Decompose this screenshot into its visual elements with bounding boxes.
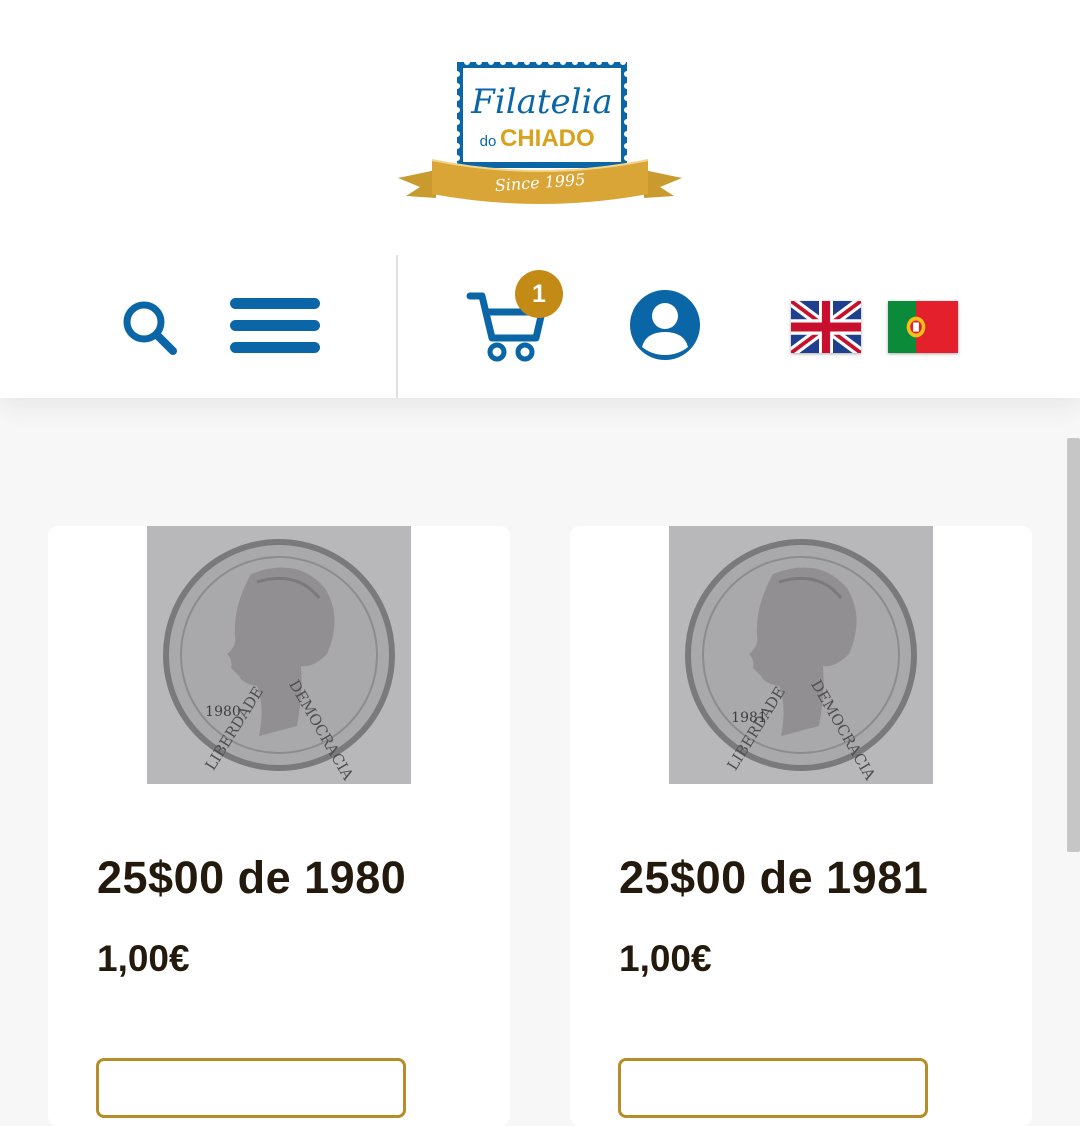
coin-image: LIBERDADE DEMOCRACIA 1981 (669, 526, 933, 784)
svg-text:do: do (480, 133, 497, 150)
page-scrollbar[interactable] (1067, 438, 1080, 852)
product-title[interactable]: 25$00 de 1980 (97, 852, 406, 904)
svg-text:1981: 1981 (731, 710, 767, 726)
portugal-flag-icon (888, 301, 958, 353)
site-header: Filatelia do CHIADO Since 1995 1 (0, 0, 1080, 398)
product-image[interactable]: LIBERDADE DEMOCRACIA 1980 (147, 526, 411, 784)
filatelia-do-chiado-logo: Filatelia do CHIADO Since 1995 (398, 59, 682, 204)
site-logo[interactable]: Filatelia do CHIADO Since 1995 (394, 58, 686, 214)
hamburger-menu-icon (230, 298, 320, 353)
user-account-icon (630, 290, 700, 360)
product-image[interactable]: LIBERDADE DEMOCRACIA 1981 (669, 526, 933, 784)
cart-count-badge: 1 (515, 270, 563, 318)
product-card[interactable]: LIBERDADE DEMOCRACIA 1980 25$00 de 1980 … (48, 526, 510, 1126)
menu-button[interactable] (228, 296, 322, 362)
product-title[interactable]: 25$00 de 1981 (619, 852, 928, 904)
product-price: 1,00€ (97, 938, 190, 979)
add-to-cart-button[interactable] (618, 1058, 928, 1118)
product-card[interactable]: LIBERDADE DEMOCRACIA 1981 25$00 de 1981 … (570, 526, 1032, 1126)
search-button[interactable] (118, 296, 180, 358)
svg-text:Filatelia: Filatelia (470, 82, 612, 122)
svg-text:1980: 1980 (205, 704, 241, 720)
coin-image: LIBERDADE DEMOCRACIA 1980 (147, 526, 411, 784)
svg-text:CHIADO: CHIADO (500, 125, 595, 152)
language-en-button[interactable] (788, 296, 864, 358)
add-to-cart-button[interactable] (96, 1058, 406, 1118)
product-price: 1,00€ (619, 938, 712, 979)
header-divider (396, 255, 398, 398)
language-pt-button[interactable] (888, 301, 958, 353)
account-button[interactable] (628, 288, 702, 362)
united-kingdom-flag-icon (788, 296, 864, 358)
search-icon (123, 301, 177, 355)
